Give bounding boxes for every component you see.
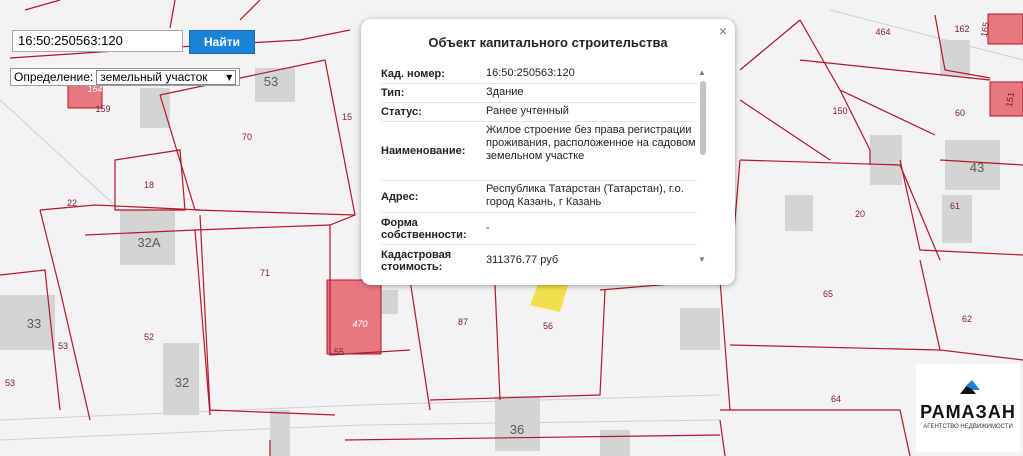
info-row: Адрес: Республика Татарстан (Татарстан),… [381, 181, 697, 213]
parcel-label: 464 [875, 27, 890, 37]
info-value: Здание [486, 86, 524, 98]
house-label: 53 [264, 74, 278, 89]
parcel-label: 18 [144, 180, 154, 190]
cadastral-search-input[interactable]: 16:50:250563:120 [12, 30, 183, 52]
house-label: 33 [27, 316, 41, 331]
info-value: Ранее учтенный [486, 105, 569, 117]
info-key: Адрес: [381, 190, 419, 203]
parcel-label: 53 [5, 378, 15, 388]
definition-control: Определение: земельный участок ▾ [10, 68, 241, 86]
chevron-down-icon: ▾ [226, 70, 233, 84]
logo-subtitle: АГЕНТСТВО НЕДВИЖИМОСТИ [923, 424, 1013, 430]
definition-selected-value: земельный участок [100, 70, 208, 84]
house-label: 43 [970, 160, 984, 175]
parcel-label: 53 [58, 341, 68, 351]
info-row: Тип: Здание [381, 84, 697, 103]
parcel-label: 22 [67, 198, 77, 208]
house-roof-icon [960, 380, 980, 394]
popup-table: Кад. номер: 16:50:250563:120 Тип: Здание… [381, 65, 697, 276]
definition-select[interactable]: земельный участок ▾ [96, 69, 237, 85]
parcel-label: 55 [334, 347, 344, 357]
info-row: Кад. номер: 16:50:250563:120 [381, 65, 697, 84]
parcel-label: 56 [543, 321, 553, 331]
parcel-label: 159 [95, 104, 110, 114]
house-label: 32 [175, 375, 189, 390]
info-key: Наименование: [381, 145, 466, 157]
info-key: Кад. номер: [381, 68, 445, 80]
info-value: 311376.77 руб [486, 254, 559, 266]
scroll-up-icon[interactable]: ▲ [698, 68, 706, 77]
house-label: 32А [137, 235, 160, 250]
parcel-label: 15 [342, 112, 352, 122]
parcel-label: 71 [260, 268, 270, 278]
parcel-label: 61 [950, 201, 960, 211]
parcel-label: 87 [458, 317, 468, 327]
scroll-down-icon[interactable]: ▼ [698, 255, 706, 264]
parcel-label: 70 [242, 132, 252, 142]
parcel-label: 60 [955, 108, 965, 118]
parcel-label: 62 [962, 314, 972, 324]
red-parcel-label: 470 [352, 319, 367, 329]
close-icon[interactable]: × [719, 23, 727, 39]
object-info-popup: Объект капитального строительства × Кад.… [361, 19, 735, 285]
parcel-label: 52 [144, 332, 154, 342]
parcel-label: 65 [823, 289, 833, 299]
info-value: Жилое строение без права регистрации про… [486, 124, 696, 162]
info-key: Статус: [381, 106, 422, 118]
popup-title: Объект капитального строительства [428, 35, 668, 50]
house-label: 36 [510, 422, 524, 437]
scrollbar-thumb[interactable] [700, 81, 706, 155]
info-key: Форма собственности: [381, 216, 467, 241]
parcel-label: 162 [954, 24, 969, 34]
info-value: 16:50:250563:120 [486, 67, 575, 79]
definition-label: Определение: [14, 70, 94, 84]
parcel-label: 64 [831, 394, 841, 404]
info-row: Статус: Ранее учтенный [381, 103, 697, 122]
info-key: Тип: [381, 87, 405, 99]
parcel-label: 20 [855, 209, 865, 219]
info-row: Кадастровая стоимость: 311376.77 руб [381, 245, 697, 276]
info-row: Наименование: Жилое строение без права р… [381, 122, 697, 181]
info-row: Форма собственности: - [381, 213, 697, 245]
logo-name: РАМАЗАН [920, 402, 1016, 422]
info-key: Кадастровая стоимость: [381, 248, 452, 273]
parcel-label: 150 [832, 106, 847, 116]
info-value: Республика Татарстан (Татарстан), г.о. г… [486, 183, 684, 208]
info-value: - [486, 222, 490, 234]
agency-logo: РАМАЗАН АГЕНТСТВО НЕДВИЖИМОСТИ [916, 364, 1020, 452]
find-button[interactable]: Найти [189, 30, 255, 54]
